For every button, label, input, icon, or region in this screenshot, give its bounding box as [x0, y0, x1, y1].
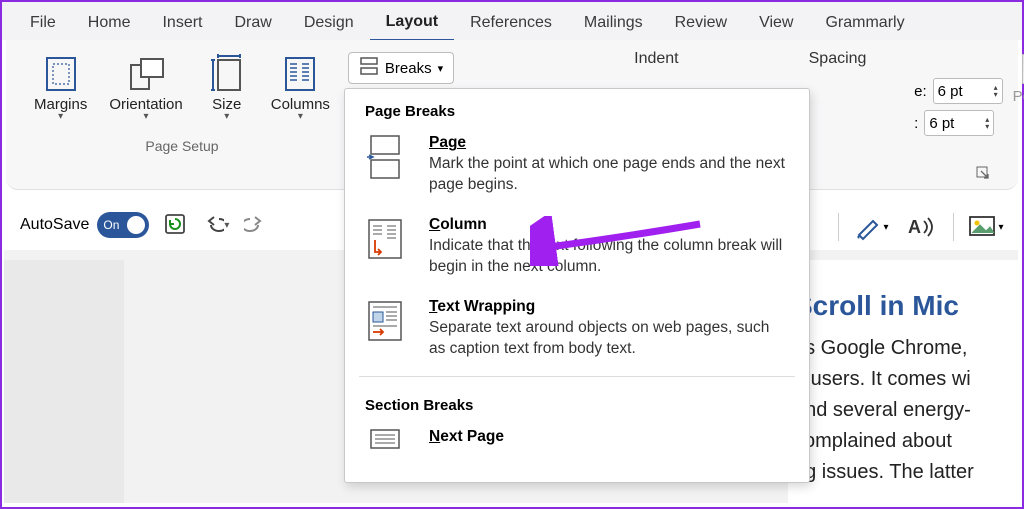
floating-toolbar: ▾ A ▾	[826, 202, 1016, 252]
dialog-launcher-icon[interactable]	[976, 166, 990, 183]
tab-references[interactable]: References	[454, 8, 568, 40]
tab-file[interactable]: File	[14, 8, 72, 40]
page-break-icon	[365, 134, 405, 180]
size-icon	[208, 54, 246, 94]
tab-layout[interactable]: Layout	[370, 7, 454, 42]
spinner-arrows-icon[interactable]: ▴▾	[985, 116, 989, 130]
document-page[interactable]: Scroll in Mic as Google Chrome, g users.…	[788, 260, 1018, 503]
doc-line: g users. It comes wi	[794, 365, 1018, 394]
page-margin	[4, 260, 124, 503]
spacing-after-input[interactable]: 6 pt ▴▾	[924, 110, 994, 136]
doc-heading: Scroll in Mic	[794, 290, 1018, 322]
doc-line: ng issues. The latter	[794, 458, 1018, 487]
chevron-down-icon: ▾	[58, 111, 63, 122]
chevron-down-icon: ▾	[144, 111, 149, 122]
svg-text:A: A	[908, 217, 921, 237]
tab-view[interactable]: View	[743, 8, 809, 40]
break-next-page-item[interactable]: Next Page	[345, 418, 809, 474]
spacing-before-input[interactable]: 6 pt ▴▾	[933, 78, 1003, 104]
doc-line: and several energy-	[794, 396, 1018, 425]
position-button[interactable]: Position ▾	[1013, 50, 1024, 123]
save-sync-icon[interactable]	[163, 212, 189, 238]
undo-button[interactable]: ▾	[203, 212, 229, 238]
chevron-down-icon: ▾	[298, 111, 303, 122]
quick-access-toolbar: AutoSave On ▾	[6, 202, 336, 248]
group-page-setup: Margins ▾ Orientation ▾ Size ▾	[26, 50, 338, 152]
spacing-label: Spacing	[809, 50, 867, 68]
ribbon-tabs: File Home Insert Draw Design Layout Refe…	[2, 2, 1022, 40]
doc-line: as Google Chrome,	[794, 334, 1018, 363]
breaks-button[interactable]: Breaks ▾	[348, 52, 454, 84]
picture-button[interactable]: ▾	[968, 212, 1004, 242]
tab-design[interactable]: Design	[288, 8, 370, 40]
break-column-item[interactable]: Column Indicate that the text following …	[345, 206, 809, 288]
margins-icon	[42, 54, 80, 94]
next-page-break-icon	[365, 428, 405, 474]
tab-mailings[interactable]: Mailings	[568, 8, 659, 40]
indent-label: Indent	[634, 50, 678, 68]
orientation-button[interactable]: Orientation ▾	[101, 50, 190, 126]
tab-review[interactable]: Review	[659, 8, 743, 40]
size-button[interactable]: Size ▾	[197, 50, 257, 126]
breaks-icon	[359, 57, 379, 79]
editor-button[interactable]: ▾	[853, 212, 889, 242]
column-break-icon	[365, 216, 405, 262]
text-wrapping-break-icon	[365, 298, 405, 344]
chevron-down-icon: ▾	[224, 111, 229, 122]
orientation-icon	[127, 54, 165, 94]
autosave-label: AutoSave	[20, 216, 89, 234]
break-text-wrapping-item[interactable]: Text Wrapping Separate text around objec…	[345, 288, 809, 370]
autosave-toggle[interactable]: On	[97, 212, 149, 238]
redo-button[interactable]	[243, 212, 269, 238]
margins-button[interactable]: Margins ▾	[26, 50, 95, 126]
tab-home[interactable]: Home	[72, 8, 147, 40]
breaks-dropdown: Page Breaks Page Mark the point at which…	[344, 88, 810, 483]
read-aloud-button[interactable]: A	[903, 212, 939, 242]
break-page-item[interactable]: Page Mark the point at which one page en…	[345, 124, 809, 206]
tab-draw[interactable]: Draw	[218, 8, 287, 40]
doc-line: complained about	[794, 427, 1018, 456]
columns-button[interactable]: Columns ▾	[263, 50, 338, 126]
divider	[359, 376, 795, 377]
group-label-page-setup: Page Setup	[145, 138, 218, 154]
section-breaks-header: Section Breaks	[345, 383, 809, 418]
columns-icon	[281, 54, 319, 94]
tab-insert[interactable]: Insert	[146, 8, 218, 40]
spinner-arrows-icon[interactable]: ▴▾	[994, 84, 998, 98]
page-breaks-header: Page Breaks	[345, 89, 809, 124]
chevron-down-icon: ▾	[438, 62, 444, 75]
tab-grammarly[interactable]: Grammarly	[809, 8, 920, 40]
